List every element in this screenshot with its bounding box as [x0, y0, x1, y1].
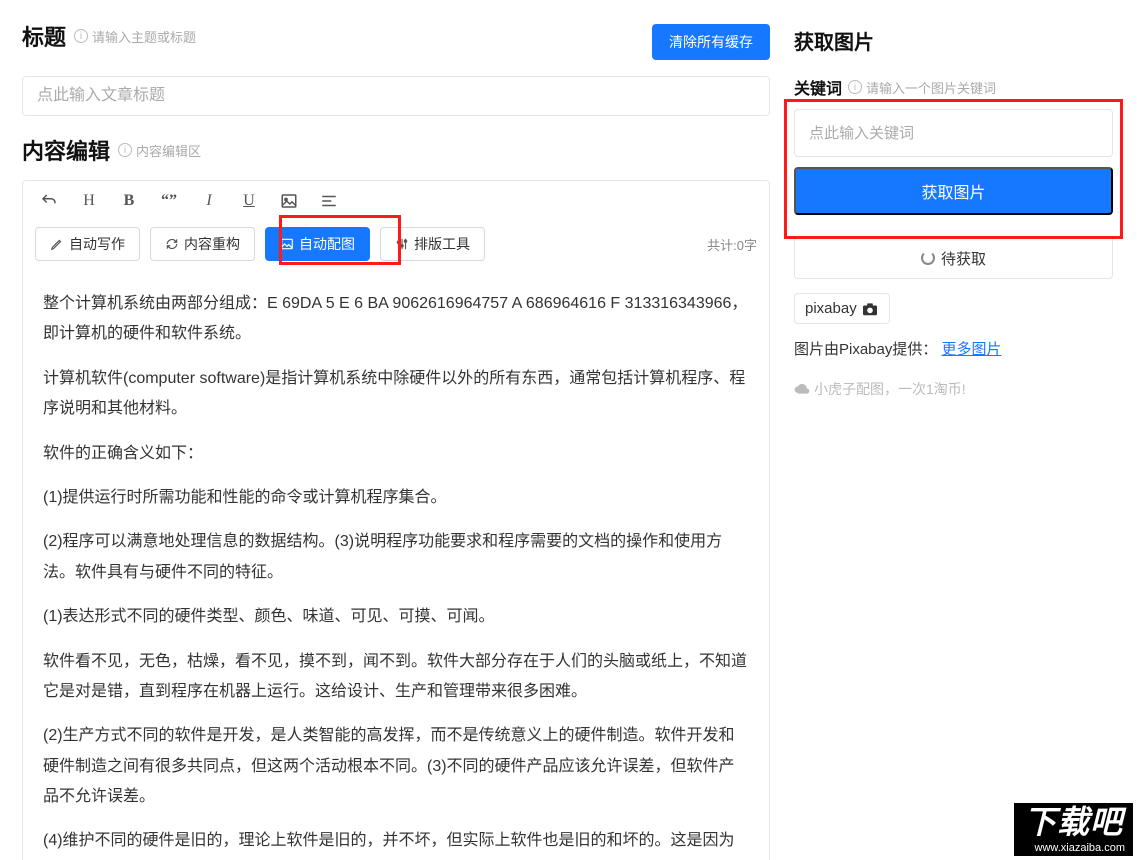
- get-image-button[interactable]: 获取图片: [794, 167, 1113, 215]
- keyword-hint: i 请输入一个图片关键词: [848, 78, 996, 97]
- content-label: 内容编辑: [22, 134, 110, 166]
- watermark: 下载吧 www.xiazaiba.com: [1014, 803, 1133, 856]
- align-icon[interactable]: [319, 191, 339, 211]
- content-paragraph: (1)提供运行时所需功能和性能的命令或计算机程序集合。: [43, 483, 749, 513]
- content-paragraph: (2)程序可以满意地处理信息的数据结构。(3)说明程序功能要求和程序需要的文档的…: [43, 527, 749, 588]
- keyword-hint-text: 请输入一个图片关键词: [866, 78, 996, 97]
- content-paragraph: 整个计算机系统由两部分组成：E 69DA 5 E 6 BA 9062616964…: [43, 289, 749, 350]
- main-column: 标题 i 请输入主题或标题 清除所有缓存 内容编辑 i 内容编辑区 H B “”…: [0, 0, 782, 860]
- keyword-label: 关键词: [794, 75, 842, 99]
- word-counter: 共计:0字: [707, 235, 757, 254]
- clear-cache-button[interactable]: 清除所有缓存: [652, 24, 770, 60]
- more-images-link[interactable]: 更多图片: [942, 341, 1002, 358]
- spinner-icon: [921, 251, 935, 265]
- keyword-label-row: 关键词 i 请输入一个图片关键词: [794, 75, 1113, 99]
- quote-icon[interactable]: “”: [159, 191, 179, 211]
- format-toolbar: H B “” I U: [23, 181, 769, 221]
- title-header-row: 标题 i 请输入主题或标题 清除所有缓存: [22, 20, 770, 64]
- source-line: 图片由Pixabay提供： 更多图片: [794, 338, 1113, 359]
- info-icon: i: [848, 80, 862, 94]
- content-rebuild-button[interactable]: 内容重构: [150, 227, 255, 261]
- camera-icon: [861, 302, 879, 316]
- italic-icon[interactable]: I: [199, 191, 219, 211]
- editor-box: H B “” I U 自动写作 内容重构 自动配图: [22, 180, 770, 860]
- pixabay-tag: pixabay: [794, 293, 890, 324]
- content-paragraph: 软件看不见，无色，枯燥，看不见，摸不到，闻不到。软件大部分存在于人们的头脑或纸上…: [43, 647, 749, 708]
- content-paragraph: 计算机软件(computer software)是指计算机系统中除硬件以外的所有…: [43, 364, 749, 425]
- editor-content[interactable]: 整个计算机系统由两部分组成：E 69DA 5 E 6 BA 9062616964…: [23, 273, 769, 860]
- content-section-header: 内容编辑 i 内容编辑区: [22, 134, 770, 166]
- auto-image-button[interactable]: 自动配图: [265, 227, 370, 261]
- layout-tool-button[interactable]: 排版工具: [380, 227, 485, 261]
- image-icon[interactable]: [279, 191, 299, 211]
- title-hint-text: 请输入主题或标题: [92, 27, 196, 46]
- title-hint: i 请输入主题或标题: [74, 27, 196, 46]
- info-icon: i: [118, 143, 132, 157]
- article-title-input[interactable]: [22, 76, 770, 116]
- heading-icon[interactable]: H: [79, 191, 99, 211]
- content-paragraph: 软件的正确含义如下：: [43, 439, 749, 469]
- keyword-input[interactable]: [794, 109, 1113, 157]
- action-toolbar: 自动写作 内容重构 自动配图 排版工具 共计:0字: [23, 221, 769, 273]
- undo-icon[interactable]: [39, 191, 59, 211]
- right-column: 获取图片 关键词 i 请输入一个图片关键词 获取图片 待获取 pixabay 图…: [782, 0, 1137, 860]
- title-label: 标题: [22, 20, 66, 52]
- info-icon: i: [74, 29, 88, 43]
- bold-icon[interactable]: B: [119, 191, 139, 211]
- content-hint-text: 内容编辑区: [136, 141, 201, 160]
- keyword-input-wrap: 获取图片: [794, 109, 1113, 215]
- title-section-header: 标题 i 请输入主题或标题: [22, 20, 196, 52]
- footnote: 小虎子配图，一次1淘币!: [794, 379, 1113, 399]
- content-hint: i 内容编辑区: [118, 141, 201, 160]
- underline-icon[interactable]: U: [239, 191, 259, 211]
- cloud-icon: [794, 382, 810, 396]
- pending-status-button[interactable]: 待获取: [794, 237, 1113, 279]
- right-heading: 获取图片: [794, 26, 1113, 55]
- auto-write-button[interactable]: 自动写作: [35, 227, 140, 261]
- content-paragraph: (4)维护不同的硬件是旧的，理论上软件是旧的，并不坏，但实际上软件也是旧的和坏的…: [43, 826, 749, 860]
- content-paragraph: (2)生产方式不同的软件是开发，是人类智能的高发挥，而不是传统意义上的硬件制造。…: [43, 721, 749, 812]
- content-paragraph: (1)表达形式不同的硬件类型、颜色、味道、可见、可摸、可闻。: [43, 602, 749, 632]
